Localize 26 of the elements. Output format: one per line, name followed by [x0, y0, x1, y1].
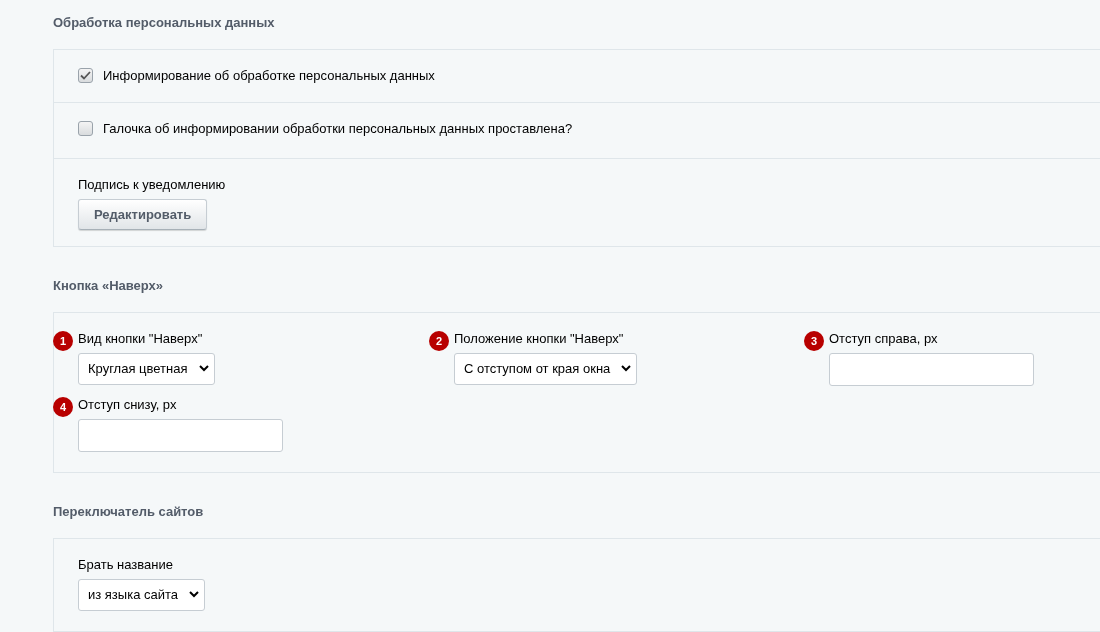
field-label: Отступ справа, px — [829, 330, 938, 348]
edit-button[interactable]: Редактировать — [78, 199, 208, 230]
checkbox-label: Информирование об обработке персональных данных — [103, 67, 435, 85]
checkbox[interactable] — [78, 68, 93, 84]
section-title: Переключатель сайтов — [53, 503, 204, 521]
field-label: Вид кнопки "Наверх" — [78, 330, 203, 348]
number-badge: 1 — [53, 331, 73, 351]
field-label: Отступ снизу, px — [78, 396, 177, 414]
dropdown[interactable]: С отступом от края окна — [454, 353, 638, 385]
section-title: Кнопка «Наверх» — [53, 277, 164, 295]
checkbox[interactable] — [78, 121, 93, 136]
input-field[interactable] — [829, 353, 1034, 386]
field-label: Брать название — [78, 556, 173, 574]
section-title: Обработка персональных данных — [53, 14, 275, 32]
field-label: Положение кнопки "Наверх" — [454, 330, 624, 348]
number-badge: 3 — [804, 331, 824, 351]
checkbox-label: Галочка об информировании обработки персональных данных проставлена? — [103, 119, 573, 138]
dropdown[interactable]: из языка сайта — [78, 579, 206, 611]
number-badge: 2 — [429, 331, 449, 351]
chevron-down-icon — [189, 591, 200, 598]
number-badge: 4 — [53, 397, 73, 417]
dropdown[interactable]: Круглая цветная — [78, 353, 215, 385]
chevron-down-icon — [198, 365, 209, 372]
chevron-down-icon — [621, 365, 632, 372]
field-label: Подпись к уведомлению — [78, 175, 226, 194]
input-field[interactable] — [78, 419, 283, 452]
